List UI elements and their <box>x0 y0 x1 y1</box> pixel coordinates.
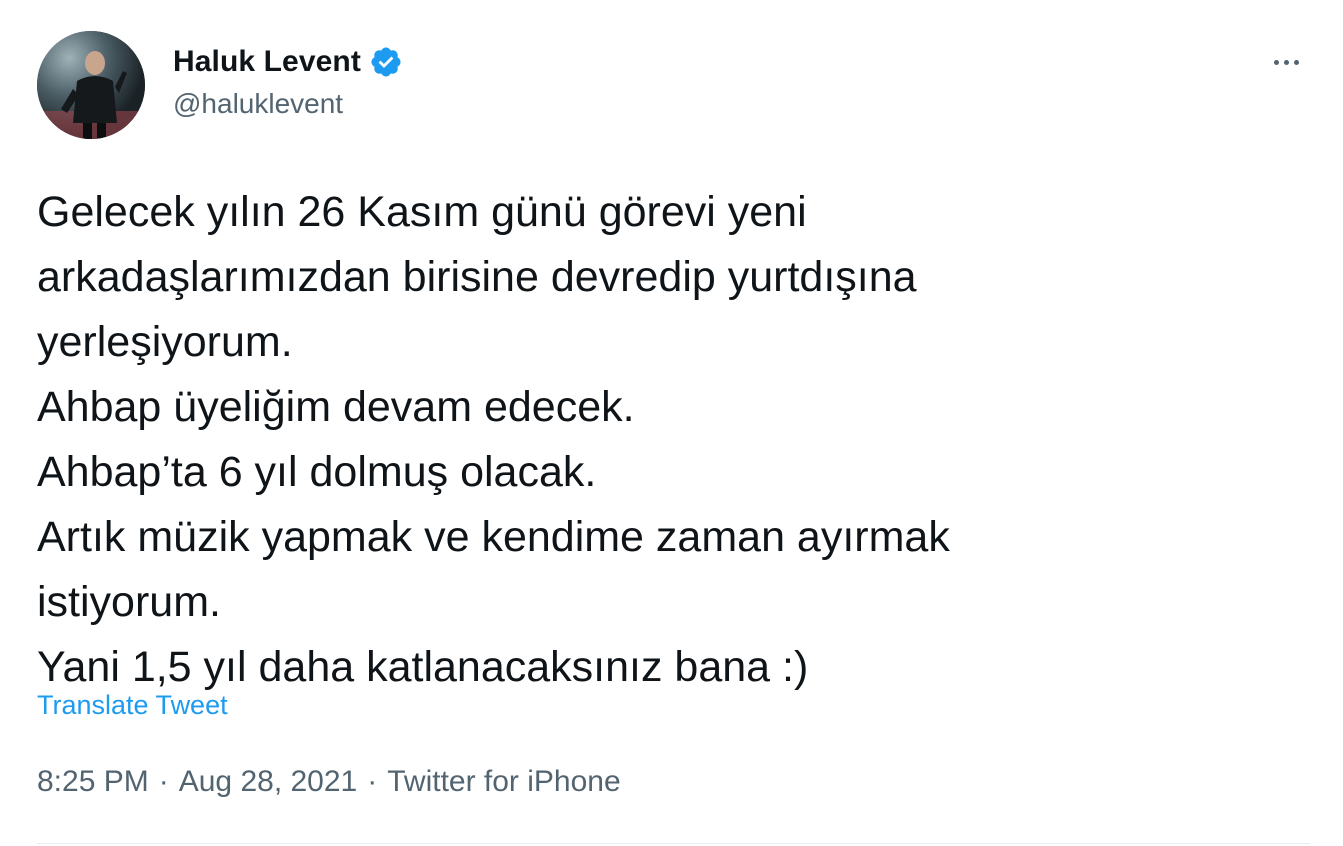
divider <box>37 843 1310 844</box>
more-options-icon-dot <box>1293 59 1299 65</box>
tweet-text-line: istiyorum. <box>37 578 221 626</box>
more-options-icon-dot <box>1283 59 1289 65</box>
verified-badge-icon <box>369 45 403 79</box>
author-display-name[interactable]: Haluk Levent <box>173 45 361 79</box>
tweet-text-line: yerleşiyorum. <box>37 318 293 366</box>
tweet-source[interactable]: Twitter for iPhone <box>387 765 620 798</box>
more-options-icon <box>1273 59 1279 65</box>
avatar-photo <box>37 31 145 139</box>
tweet-card: Haluk Levent @haluklevent Gelecek yılın … <box>0 0 1343 846</box>
meta-separator: · <box>367 765 378 798</box>
author-handle[interactable]: @haluklevent <box>173 88 343 120</box>
translate-tweet-link[interactable]: Translate Tweet <box>37 690 228 721</box>
tweet-text: Gelecek yılın 26 Kasım günü görevi yeni … <box>37 180 1297 700</box>
tweet-metadata: 8:25 PM · Aug 28, 2021 · Twitter for iPhone <box>37 765 621 799</box>
tweet-time[interactable]: 8:25 PM <box>37 765 149 798</box>
tweet-text-line: Ahbap’ta 6 yıl dolmuş olacak. <box>37 448 597 496</box>
author-avatar[interactable] <box>37 31 145 139</box>
tweet-text-line: Ahbap üyeliğim devam edecek. <box>37 383 635 431</box>
more-options-button[interactable] <box>1262 42 1310 82</box>
tweet-text-line: arkadaşlarımızdan birisine devredip yurt… <box>37 253 917 301</box>
tweet-date[interactable]: Aug 28, 2021 <box>179 765 358 798</box>
tweet-text-line: Artık müzik yapmak ve kendime zaman ayır… <box>37 513 950 561</box>
tweet-text-line: Gelecek yılın 26 Kasım günü görevi yeni <box>37 188 807 236</box>
meta-separator: · <box>158 765 169 798</box>
author-name-row[interactable]: Haluk Levent <box>173 44 403 80</box>
